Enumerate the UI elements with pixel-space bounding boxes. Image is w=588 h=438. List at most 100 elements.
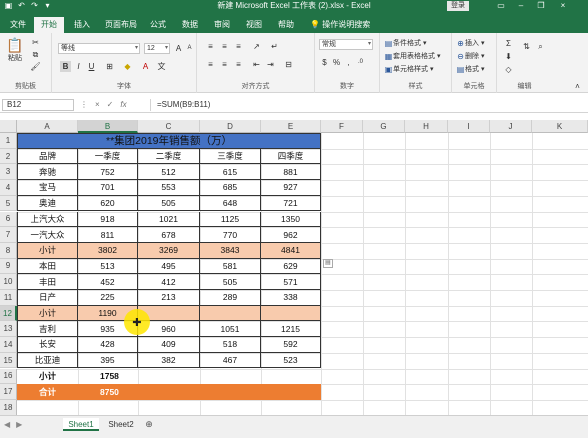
column-header-e[interactable]: E: [261, 120, 321, 133]
row-header-15[interactable]: 15: [0, 352, 17, 369]
table-cell[interactable]: 225: [78, 290, 138, 306]
row-header-3[interactable]: 3: [0, 164, 17, 181]
column-header-f[interactable]: F: [321, 120, 363, 133]
table-cell[interactable]: 927: [261, 180, 321, 196]
tab-file[interactable]: 文件: [4, 17, 32, 33]
table-header-cell[interactable]: 一季度: [78, 148, 138, 165]
format-painter-icon[interactable]: 🖌: [30, 61, 41, 72]
sheet-tab-sheet2[interactable]: Sheet2: [103, 418, 139, 431]
table-cell[interactable]: [200, 369, 261, 385]
table-row-label[interactable]: 日产: [17, 290, 78, 306]
increase-font-icon[interactable]: A: [173, 43, 184, 54]
accounting-icon[interactable]: $: [319, 57, 330, 68]
row-header-16[interactable]: 16: [0, 368, 17, 385]
prev-sheet-icon[interactable]: ◀: [4, 420, 10, 429]
wrap-text-icon[interactable]: ↵: [269, 41, 280, 52]
table-cell[interactable]: 1021: [138, 211, 200, 228]
table-cell[interactable]: 571: [261, 274, 321, 290]
table-cell[interactable]: 721: [261, 195, 321, 212]
table-cell[interactable]: 615: [200, 164, 261, 181]
row-header-9[interactable]: 9: [0, 258, 17, 275]
table-cell[interactable]: 467: [200, 352, 261, 369]
table-header-cell[interactable]: 二季度: [138, 148, 200, 165]
table-cell[interactable]: 289: [200, 290, 261, 306]
table-cell[interactable]: [261, 384, 321, 400]
name-box[interactable]: B12: [2, 99, 74, 111]
ribbon-options-icon[interactable]: ▭: [492, 0, 510, 12]
table-cell[interactable]: [200, 384, 261, 400]
table-cell[interactable]: 8750: [78, 384, 138, 400]
table-cell[interactable]: 678: [138, 227, 200, 243]
table-cell[interactable]: [200, 305, 261, 322]
insert-function-icon[interactable]: fx: [120, 99, 126, 111]
delete-cells-button[interactable]: ⊖ 删除 ▾: [456, 51, 484, 61]
row-header-17[interactable]: 17: [0, 384, 17, 400]
table-cell[interactable]: 701: [78, 180, 138, 196]
format-cells-button[interactable]: ▤ 格式 ▾: [456, 64, 485, 74]
table-cell[interactable]: 518: [200, 337, 261, 353]
align-center-icon[interactable]: ≡: [219, 59, 230, 70]
cut-icon[interactable]: ✂: [30, 37, 41, 48]
font-name-combo[interactable]: 等线 ▾: [58, 43, 140, 54]
table-cell[interactable]: 412: [138, 274, 200, 290]
table-row-label[interactable]: 一汽大众: [17, 227, 78, 243]
row-header-11[interactable]: 11: [0, 290, 17, 306]
phonetic-icon[interactable]: 文: [156, 61, 167, 72]
table-cell[interactable]: 338: [261, 290, 321, 306]
align-right-icon[interactable]: ≡: [233, 59, 244, 70]
percent-icon[interactable]: %: [331, 57, 342, 68]
table-cell[interactable]: 428: [78, 337, 138, 353]
align-middle-icon[interactable]: ≡: [219, 41, 230, 52]
table-cell[interactable]: 592: [261, 337, 321, 353]
tab-view[interactable]: 视图: [240, 17, 268, 33]
row-header-14[interactable]: 14: [0, 337, 17, 353]
table-cell[interactable]: 1051: [200, 321, 261, 338]
merge-center-icon[interactable]: ⊟: [283, 59, 294, 70]
tab-formulas[interactable]: 公式: [144, 17, 172, 33]
row-header-2[interactable]: 2: [0, 148, 17, 165]
table-cell[interactable]: 505: [138, 195, 200, 212]
conditional-formatting-button[interactable]: ▤ 条件格式 ▾: [384, 38, 427, 48]
table-row-label[interactable]: 上汽大众: [17, 211, 78, 228]
table-row-label[interactable]: 本田: [17, 258, 78, 275]
column-header-a[interactable]: A: [17, 120, 78, 133]
decrease-font-icon[interactable]: A: [184, 43, 195, 54]
table-cell[interactable]: 811: [78, 227, 138, 243]
table-cell[interactable]: 770: [200, 227, 261, 243]
fill-color-icon[interactable]: ◆: [122, 61, 133, 72]
table-cell[interactable]: 513: [78, 258, 138, 275]
row-header-12[interactable]: 12: [0, 305, 17, 322]
row-header-13[interactable]: 13: [0, 321, 17, 338]
column-header-g[interactable]: G: [363, 120, 405, 133]
autosum-icon[interactable]: Σ: [503, 38, 514, 49]
table-cell[interactable]: 4841: [261, 242, 321, 259]
table-cell[interactable]: 409: [138, 337, 200, 353]
table-cell[interactable]: 505: [200, 274, 261, 290]
italic-button[interactable]: I: [73, 61, 84, 72]
table-cell[interactable]: 620: [78, 195, 138, 212]
table-cell[interactable]: 648: [200, 195, 261, 212]
tab-help[interactable]: 帮助: [272, 17, 300, 33]
column-header-k[interactable]: K: [532, 120, 588, 133]
table-cell[interactable]: 1125: [200, 211, 261, 228]
table-cell[interactable]: 3843: [200, 242, 261, 259]
restore-icon[interactable]: ❐: [532, 0, 550, 12]
number-format-combo[interactable]: 常规 ▾: [319, 39, 373, 50]
table-cell[interactable]: 581: [200, 258, 261, 275]
orientation-icon[interactable]: ↗: [251, 41, 262, 52]
table-row-label[interactable]: 宝马: [17, 180, 78, 196]
table-row-label[interactable]: 小计: [17, 242, 78, 259]
fill-icon[interactable]: ⬇: [503, 51, 514, 62]
table-row-label[interactable]: 小计: [17, 305, 78, 322]
increase-decimal-icon[interactable]: .0: [355, 57, 366, 68]
close-icon[interactable]: ×: [554, 0, 572, 12]
table-cell[interactable]: 382: [138, 352, 200, 369]
table-header-cell[interactable]: 三季度: [200, 148, 261, 165]
table-row-label[interactable]: 长安: [17, 337, 78, 353]
table-cell[interactable]: 553: [138, 180, 200, 196]
table-cell[interactable]: [138, 384, 200, 400]
row-header-4[interactable]: 4: [0, 180, 17, 196]
table-cell[interactable]: 685: [200, 180, 261, 196]
table-row-label[interactable]: 奥迪: [17, 195, 78, 212]
table-cell[interactable]: 752: [78, 164, 138, 181]
